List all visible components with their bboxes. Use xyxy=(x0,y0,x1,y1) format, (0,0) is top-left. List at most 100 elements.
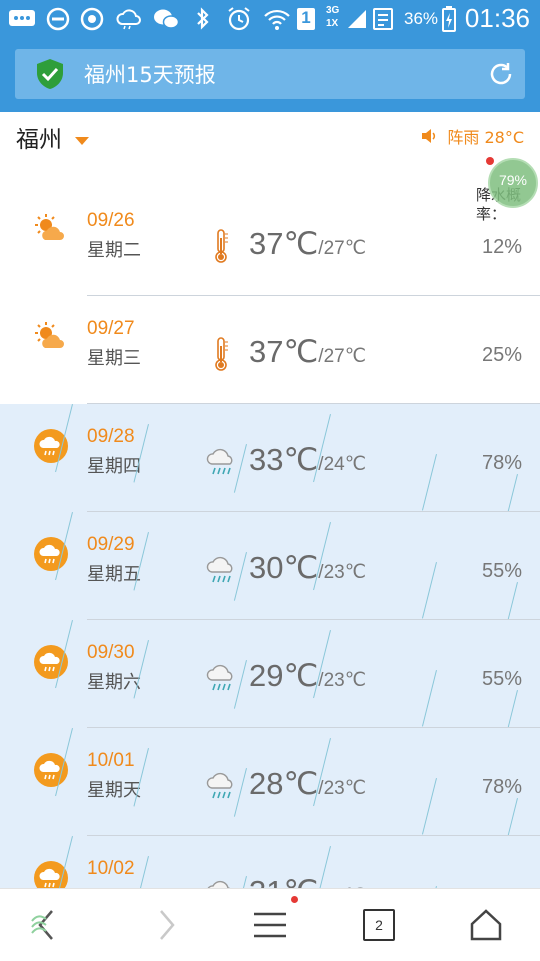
current-weather[interactable]: 阵雨 28°C xyxy=(447,124,524,148)
notification-dot xyxy=(486,157,494,165)
do-not-disturb-icon xyxy=(46,7,70,31)
rain-icon xyxy=(205,552,241,588)
home-icon[interactable] xyxy=(466,905,506,945)
forecast-row[interactable]: 09/26星期二37℃/27℃降水概率：12% xyxy=(0,186,540,296)
menu-icon[interactable] xyxy=(250,905,290,945)
temperature-low: /23℃ xyxy=(318,670,367,691)
temperature-high: 37℃ xyxy=(249,334,319,369)
rain-probability: 78% xyxy=(481,452,522,474)
forecast-row[interactable]: 09/27 星期三 37℃/27℃ 25% xyxy=(0,296,540,404)
temperature-low: /23℃ xyxy=(318,562,367,583)
partly-sunny-icon xyxy=(33,320,69,356)
temperature-low: /27℃ xyxy=(318,238,367,259)
rain-probability: 25% xyxy=(481,344,522,366)
secure-shield-icon xyxy=(35,58,65,94)
temperature-range: 37℃/27℃ xyxy=(249,334,366,370)
temperature-range: 29℃/23℃ xyxy=(249,658,366,694)
refresh-icon[interactable] xyxy=(487,60,515,92)
url-bar[interactable]: 福州15天预报 xyxy=(15,49,525,99)
partly-sunny-icon xyxy=(33,212,69,248)
temperature-range: 33℃/24℃ xyxy=(249,442,366,478)
rain-probability: 78% xyxy=(481,776,522,798)
temperature-range: 28℃/23℃ xyxy=(249,766,366,802)
forecast-weekday: 星期天 xyxy=(87,780,141,801)
forecast-list[interactable]: 09/26星期二37℃/27℃降水概率：12%09/27星期三37℃/27℃25… xyxy=(0,160,540,888)
temperature-range: 31℃/24℃ xyxy=(249,874,366,888)
signal-icon xyxy=(346,7,368,31)
forecast-date: 09/26 xyxy=(87,210,135,231)
rain-streak xyxy=(421,562,437,619)
temperature-high: 29℃ xyxy=(249,658,319,693)
speaker-icon[interactable] xyxy=(420,127,438,149)
chevron-down-icon[interactable] xyxy=(75,137,89,145)
page-title: 福州15天预报 xyxy=(84,63,216,87)
temperature-range: 30℃/23℃ xyxy=(249,550,366,586)
rain-probability: 12% xyxy=(481,236,522,258)
forecast-row[interactable]: 10/02星期31℃/24℃ xyxy=(0,836,540,888)
network-type: 3G 1X xyxy=(326,4,346,30)
tabs-button[interactable]: 2 xyxy=(363,909,395,941)
rain-streak xyxy=(507,798,518,838)
thermometer-icon xyxy=(211,228,247,264)
forecast-date: 09/28 xyxy=(87,426,135,447)
rain-streak xyxy=(421,670,437,727)
rain-streak xyxy=(421,454,437,511)
floating-rain-bubble[interactable]: 79% xyxy=(488,158,538,208)
rain-streak xyxy=(507,474,518,514)
network-label: 3G xyxy=(326,5,340,16)
clock: 01:36 xyxy=(464,3,530,33)
app-header: 福州15天预报 xyxy=(0,38,540,112)
bubble-value: 79% xyxy=(498,172,528,188)
network-sub-label: 1X xyxy=(326,18,339,29)
temperature-high: 33℃ xyxy=(249,442,319,477)
forecast-date: 10/01 xyxy=(87,750,135,771)
status-bar: 1 3G 1X 36% 01:36 xyxy=(0,0,540,38)
forecast-date: 10/02 xyxy=(87,858,135,879)
forecast-date: 09/27 xyxy=(87,318,135,339)
battery-percent: 36% xyxy=(404,9,439,28)
battery-charging-icon xyxy=(441,6,457,32)
browser-icon xyxy=(80,7,106,31)
message-icon xyxy=(8,7,36,31)
weather-cloud-icon xyxy=(116,7,142,31)
rain-probability: 55% xyxy=(481,560,522,582)
forward-button[interactable] xyxy=(145,905,185,945)
forecast-row[interactable]: 09/29 星期五 30℃/23℃ 55% xyxy=(0,512,540,622)
back-button[interactable] xyxy=(28,905,68,945)
bluetooth-icon xyxy=(193,7,213,31)
temperature-low: /24℃ xyxy=(318,454,367,475)
rain-probability: 55% xyxy=(481,668,522,690)
wechat-icon xyxy=(152,7,180,31)
temperature-low: /27℃ xyxy=(318,346,367,367)
rain-icon xyxy=(205,444,241,480)
forecast-date: 09/30 xyxy=(87,642,135,663)
alarm-icon xyxy=(226,7,252,31)
notification-icon xyxy=(372,7,394,31)
sim-label: 1 xyxy=(301,8,311,27)
temperature-range: 37℃/27℃ xyxy=(249,226,366,262)
forecast-weekday: 星期六 xyxy=(87,672,141,693)
forecast-weekday: 星期二 xyxy=(87,240,141,261)
rain-icon xyxy=(205,768,241,804)
rain-icon xyxy=(205,876,241,888)
rain-icon xyxy=(205,660,241,696)
thermometer-icon xyxy=(211,336,247,372)
rain-streak xyxy=(507,690,518,730)
rain-streak xyxy=(507,582,518,622)
menu-notification-dot xyxy=(291,896,298,903)
bottom-nav-bar xyxy=(0,888,540,961)
forecast-row[interactable]: 09/28 星期四 33℃/24℃ 78% xyxy=(0,404,540,514)
forecast-weekday: 星期四 xyxy=(87,456,141,477)
rain-streak xyxy=(421,778,437,835)
sim-indicator: 1 xyxy=(296,7,316,31)
temperature-low: /23℃ xyxy=(318,778,367,799)
forecast-weekday: 星期五 xyxy=(87,564,141,585)
wifi-icon xyxy=(263,7,291,31)
forecast-row[interactable]: 09/30 星期六 29℃/23℃ 55% xyxy=(0,620,540,730)
forecast-row[interactable]: 10/01 星期天 28℃/23℃ 78% xyxy=(0,728,540,838)
rain-streak xyxy=(133,856,149,888)
temperature-high: 30℃ xyxy=(249,550,319,585)
city-row: 福州 阵雨 28°C xyxy=(0,112,540,160)
city-selector[interactable]: 福州 xyxy=(16,120,62,154)
forecast-weekday: 星期三 xyxy=(87,348,141,369)
